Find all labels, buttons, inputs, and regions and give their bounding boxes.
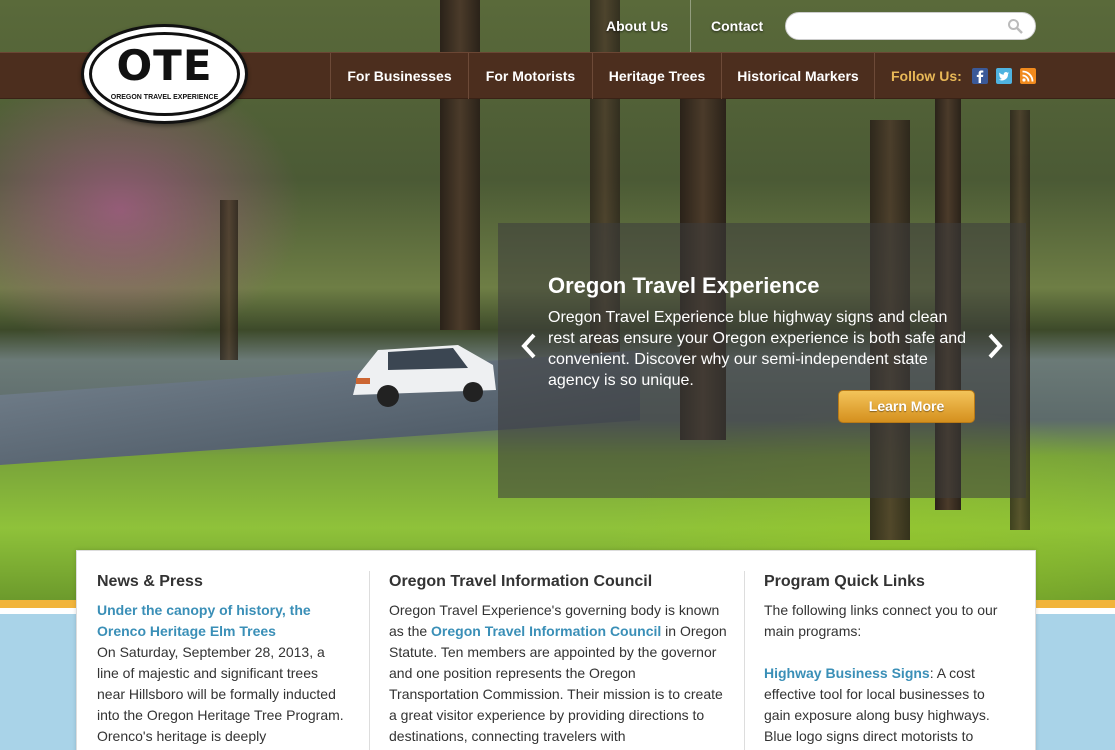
nav-heritage-trees[interactable]: Heritage Trees: [592, 53, 721, 99]
council-link[interactable]: Oregon Travel Information Council: [431, 623, 661, 639]
quick-links-intro: The following links connect you to our m…: [764, 602, 998, 639]
facebook-icon[interactable]: [972, 68, 988, 84]
quick-links-column: Program Quick Links The following links …: [764, 571, 1014, 747]
follow-us-label: Follow Us:: [891, 68, 962, 84]
car-image: [353, 345, 496, 407]
ote-logo[interactable]: OTE OREGON TRAVEL EXPERIENCE: [81, 24, 248, 124]
news-column: News & Press Under the canopy of history…: [97, 571, 349, 747]
about-us-link[interactable]: About Us: [606, 18, 668, 34]
contact-link[interactable]: Contact: [711, 18, 763, 34]
rss-icon[interactable]: [1020, 68, 1036, 84]
column-divider: [369, 571, 370, 750]
council-body: in Oregon Statute. Ten members are appoi…: [389, 623, 727, 744]
logo-subtitle: OREGON TRAVEL EXPERIENCE: [110, 94, 219, 101]
learn-more-button[interactable]: Learn More: [838, 390, 975, 423]
council-heading: Oregon Travel Information Council: [389, 573, 653, 590]
slide-title: Oregon Travel Experience: [548, 273, 820, 298]
news-heading: News & Press: [97, 573, 203, 590]
prev-arrow-icon[interactable]: [518, 331, 540, 361]
top-divider: [690, 0, 691, 52]
slide-text: Oregon Travel Experience blue highway si…: [548, 309, 967, 389]
hero-slide: Oregon Travel Experience Oregon Travel E…: [498, 223, 1026, 498]
logo-letters: OTE: [116, 41, 213, 90]
news-article-link[interactable]: Under the canopy of history, the Orenco …: [97, 602, 311, 639]
news-body: On Saturday, September 28, 2013, a line …: [97, 644, 344, 744]
nav-for-businesses[interactable]: For Businesses: [330, 53, 468, 99]
nav-historical-markers[interactable]: Historical Markers: [721, 53, 875, 99]
council-column: Oregon Travel Information Council Oregon…: [389, 571, 729, 747]
search-box: [785, 12, 1036, 40]
twitter-icon[interactable]: [996, 68, 1012, 84]
search-icon[interactable]: [1007, 18, 1023, 34]
next-arrow-icon[interactable]: [984, 331, 1006, 361]
quick-links-heading: Program Quick Links: [764, 573, 925, 590]
content-panel: News & Press Under the canopy of history…: [76, 550, 1036, 750]
nav-for-motorists[interactable]: For Motorists: [468, 53, 592, 99]
highway-business-signs-link[interactable]: Highway Business Signs: [764, 665, 930, 681]
search-input[interactable]: [798, 13, 1008, 39]
column-divider: [744, 571, 745, 750]
